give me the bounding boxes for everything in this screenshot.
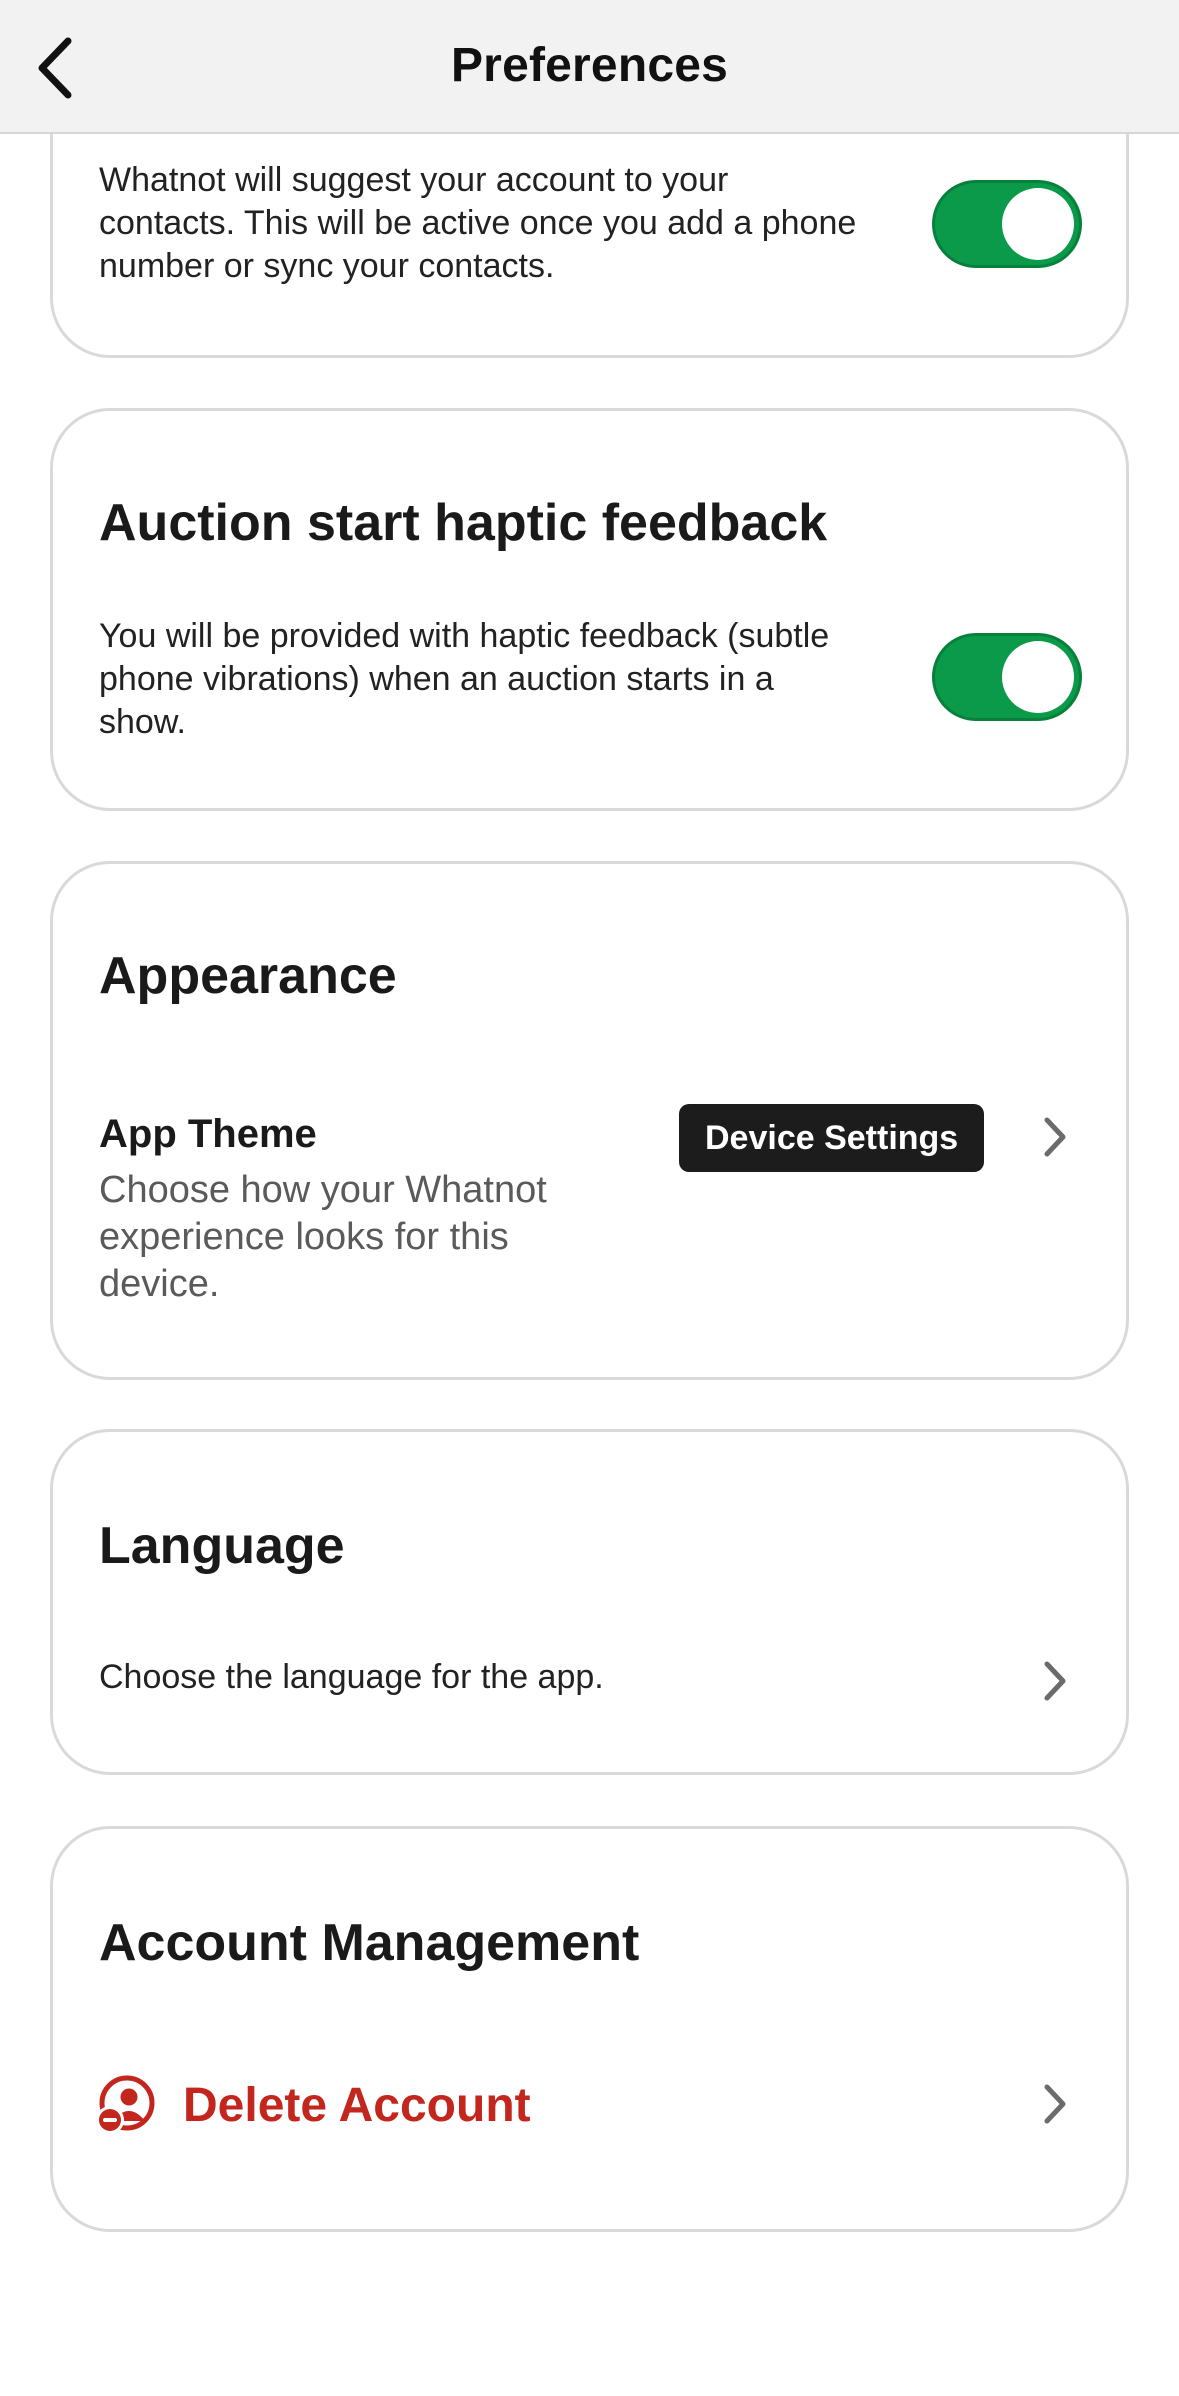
language-row[interactable]: Choose the language for the app. [53, 1642, 1126, 1722]
account-management-card: Account Management Delete Account [50, 1826, 1129, 2232]
suggest-account-description: Whatnot will suggest your account to you… [99, 161, 857, 285]
haptic-feedback-toggle[interactable] [932, 633, 1082, 721]
app-theme-value-badge: Device Settings [679, 1104, 985, 1172]
haptic-feedback-title: Auction start haptic feedback [99, 494, 828, 552]
haptic-feedback-card: Auction start haptic feedback You will b… [50, 408, 1129, 811]
user-remove-icon [96, 2075, 155, 2134]
delete-account-row[interactable]: Delete Account [53, 2059, 1126, 2159]
navigation-bar: Preferences [0, 0, 1179, 134]
appearance-title: Appearance [99, 947, 397, 1005]
language-description: Choose the language for the app. [99, 1658, 604, 1696]
toggle-knob [1002, 641, 1074, 713]
language-title: Language [99, 1517, 345, 1575]
chevron-right-icon [1035, 1656, 1075, 1706]
suggest-account-toggle[interactable] [932, 180, 1082, 268]
delete-account-content: Delete Account [93, 2073, 531, 2137]
appearance-card: Appearance App Theme Choose how your Wha… [50, 861, 1129, 1380]
app-theme-row[interactable]: App Theme Choose how your Whatnot experi… [53, 1104, 1126, 1344]
page-title: Preferences [450, 39, 729, 92]
toggle-knob [1002, 188, 1074, 260]
app-theme-label: App Theme [99, 1112, 317, 1156]
chevron-right-icon [1035, 1112, 1075, 1162]
haptic-feedback-description: You will be provided with haptic feedbac… [99, 617, 830, 741]
chevron-right-icon [1035, 2079, 1075, 2129]
app-theme-description: Choose how your Whatnot experience looks… [99, 1169, 547, 1305]
delete-account-label: Delete Account [183, 2078, 531, 2132]
account-management-title: Account Management [99, 1914, 640, 1972]
language-card: Language Choose the language for the app… [50, 1429, 1129, 1775]
